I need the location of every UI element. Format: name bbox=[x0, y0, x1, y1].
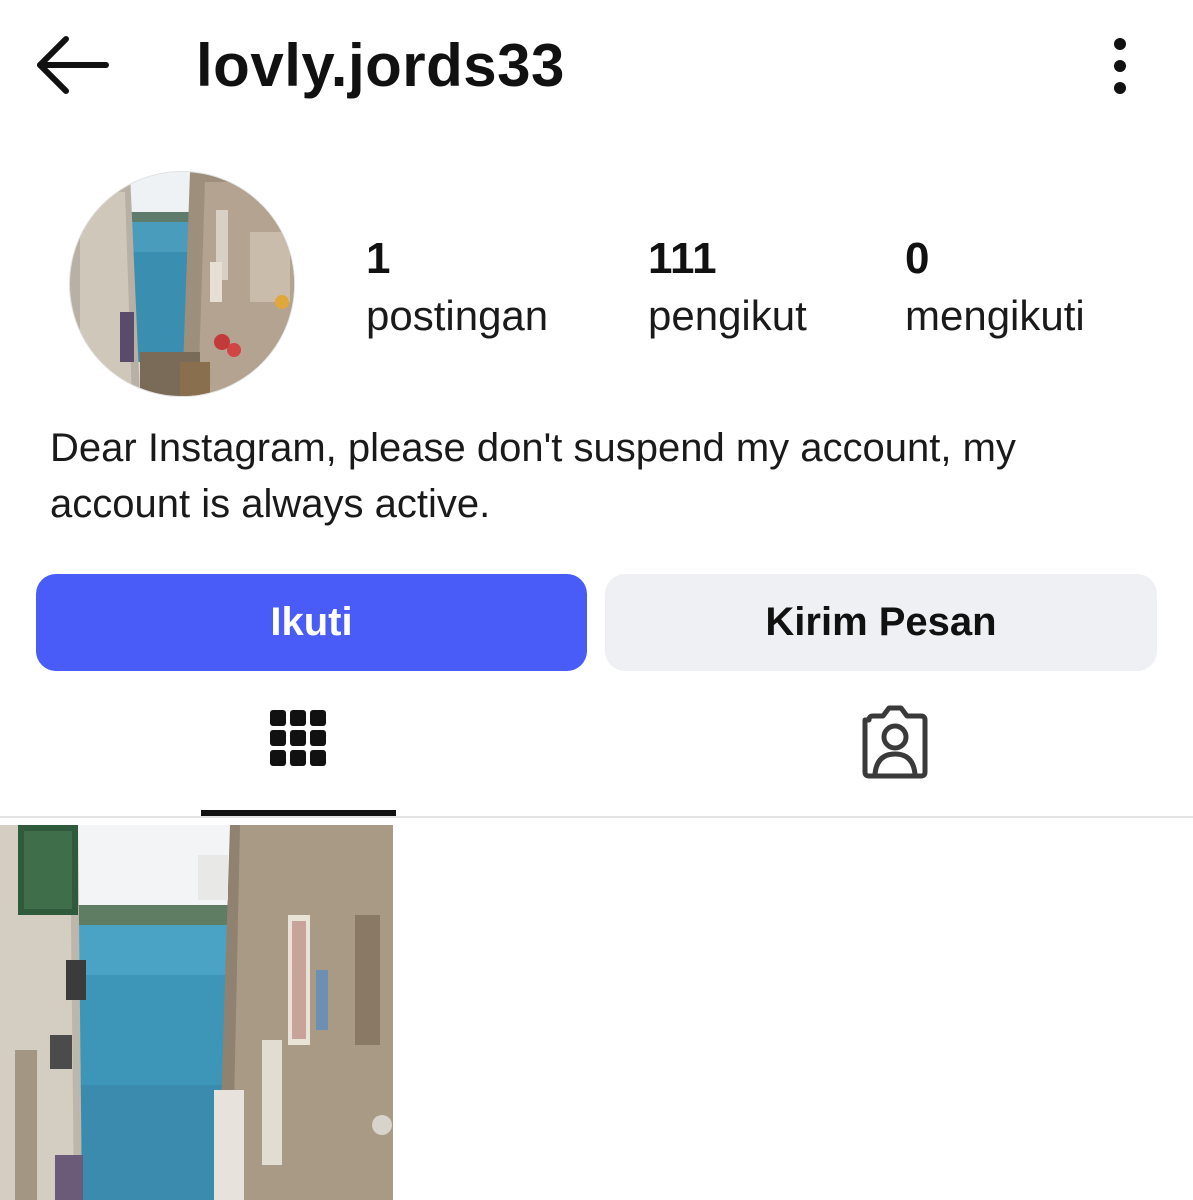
follow-button[interactable]: Ikuti bbox=[36, 574, 587, 671]
post-thumbnail[interactable] bbox=[0, 825, 393, 1200]
tagged-person-icon bbox=[862, 705, 928, 779]
following-count-label: mengikuti bbox=[905, 292, 1085, 339]
tab-posts-grid[interactable] bbox=[200, 690, 396, 818]
following-count[interactable]: 0 mengikuti bbox=[905, 232, 1085, 346]
profile-username: lovly.jords33 bbox=[196, 32, 565, 99]
more-vertical-icon bbox=[1114, 38, 1126, 94]
followers-count-value: 111 bbox=[648, 234, 717, 283]
top-bar: lovly.jords33 bbox=[0, 0, 1193, 130]
posts-count-label: postingan bbox=[366, 292, 549, 339]
followers-count[interactable]: 111 pengikut bbox=[648, 232, 807, 346]
followers-count-label: pengikut bbox=[648, 292, 807, 339]
profile-bio: Dear Instagram, please don't suspend my … bbox=[50, 426, 1016, 526]
send-message-button[interactable]: Kirim Pesan bbox=[605, 574, 1157, 671]
post-photo bbox=[0, 825, 393, 1200]
posts-count: 1 postingan bbox=[366, 232, 548, 346]
following-count-value: 0 bbox=[905, 234, 930, 283]
profile-page: lovly.jords33 1 postingan 111 pengikut 0… bbox=[0, 0, 1193, 1200]
tab-tagged[interactable] bbox=[797, 690, 993, 818]
avatar-photo bbox=[70, 172, 294, 396]
arrow-left-icon bbox=[37, 36, 109, 94]
tab-divider bbox=[0, 816, 1193, 818]
posts-count-value: 1 bbox=[366, 234, 391, 283]
more-options-button[interactable] bbox=[1098, 34, 1142, 98]
grid-icon bbox=[270, 710, 326, 766]
back-button[interactable] bbox=[32, 30, 112, 100]
avatar[interactable] bbox=[69, 171, 295, 397]
